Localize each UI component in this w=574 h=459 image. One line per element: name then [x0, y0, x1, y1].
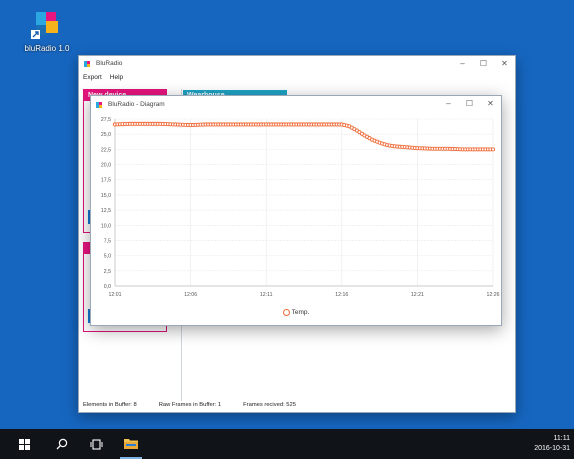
bluradio-desktop-shortcut[interactable]: bluRadio 1.0: [16, 10, 78, 53]
main-window-title: BluRadio: [96, 60, 123, 67]
menubar: Export Help: [79, 71, 515, 83]
main-window-titlebar[interactable]: BluRadio – ☐ ✕: [79, 56, 515, 71]
temperature-chart: 0,0 2,5 5,0 7,5 10,0 12,5 15,0 17,5 20,0 22,5 25,0…: [91, 113, 501, 325]
diagram-maximize-button[interactable]: ☐: [459, 96, 480, 111]
legend-marker-icon: [282, 309, 290, 316]
search-icon: [56, 438, 68, 450]
bluradio-logo-icon: [30, 10, 64, 42]
desktop-icon-label: bluRadio 1.0: [24, 44, 70, 53]
diagram-minimize-button[interactable]: –: [438, 96, 459, 111]
legend-label: Temp.: [291, 309, 310, 317]
y-tick-label: 17,5: [101, 178, 111, 184]
app-logo-icon: [84, 60, 92, 67]
x-tick-label: 12:06: [184, 292, 197, 298]
clock-time: 11:11: [553, 435, 570, 442]
taskbar: 11:11 2016-10-31: [0, 429, 574, 459]
task-view-icon: [90, 438, 102, 450]
y-tick-label: 2,5: [104, 269, 111, 275]
windows-logo-icon: [18, 438, 30, 450]
temp-series-line: [114, 123, 493, 150]
frames-received: Frames recived: 525: [243, 402, 296, 408]
task-view-button[interactable]: [86, 429, 106, 459]
y-tick-label: 10,0: [101, 223, 111, 229]
elements-in-buffer: Elements in Buffer: 8: [83, 402, 137, 408]
diagram-window: BluRadio - Diagram – ☐ ✕ 0,0 2,5 5,0 7,5 10,…: [90, 95, 502, 326]
y-tick-label: 20,0: [101, 163, 111, 169]
menu-help[interactable]: Help: [110, 74, 123, 81]
file-explorer-button[interactable]: [120, 429, 142, 459]
y-tick-label: 7,5: [104, 238, 111, 244]
search-button[interactable]: [52, 429, 72, 459]
diagram-window-title: BluRadio - Diagram: [108, 101, 165, 108]
clock-date: 2016-10-31: [534, 445, 570, 452]
temp-data-point: [490, 147, 496, 152]
menu-export[interactable]: Export: [83, 74, 102, 81]
x-tick-label: 12:01: [109, 292, 122, 298]
y-tick-label: 15,0: [101, 193, 111, 199]
y-tick-label: 25,0: [101, 132, 111, 138]
chart-legend[interactable]: Temp.: [91, 309, 501, 316]
start-button[interactable]: [14, 429, 34, 459]
y-tick-label: 22,5: [101, 147, 111, 153]
x-tick-label: 12:26: [487, 292, 500, 298]
y-tick-label: 12,5: [101, 208, 111, 214]
x-tick-label: 12:16: [335, 292, 348, 298]
status-bar: Elements in Buffer: 8 Raw Frames in Buff…: [83, 402, 318, 408]
raw-frames-in-buffer: Raw Frames in Buffer: 1: [158, 402, 222, 408]
x-tick-label: 12:11: [260, 292, 273, 298]
x-tick-label: 12:21: [411, 292, 424, 298]
minimize-button[interactable]: –: [452, 56, 473, 71]
diagram-window-titlebar[interactable]: BluRadio - Diagram – ☐ ✕: [91, 96, 501, 113]
diagram-close-button[interactable]: ✕: [480, 96, 501, 111]
diagram-app-logo-icon: [96, 101, 104, 108]
system-clock[interactable]: 11:11 2016-10-31: [534, 434, 570, 454]
folder-icon: [124, 438, 138, 449]
y-tick-label: 0,0: [104, 284, 111, 290]
chart-svg: 0,0 2,5 5,0 7,5 10,0 12,5 15,0 17,5 20,0 22,5 25,0…: [101, 117, 500, 298]
close-button[interactable]: ✕: [494, 56, 515, 71]
y-tick-label: 27,5: [101, 117, 111, 123]
y-tick-label: 5,0: [104, 254, 111, 260]
maximize-button[interactable]: ☐: [473, 56, 494, 71]
